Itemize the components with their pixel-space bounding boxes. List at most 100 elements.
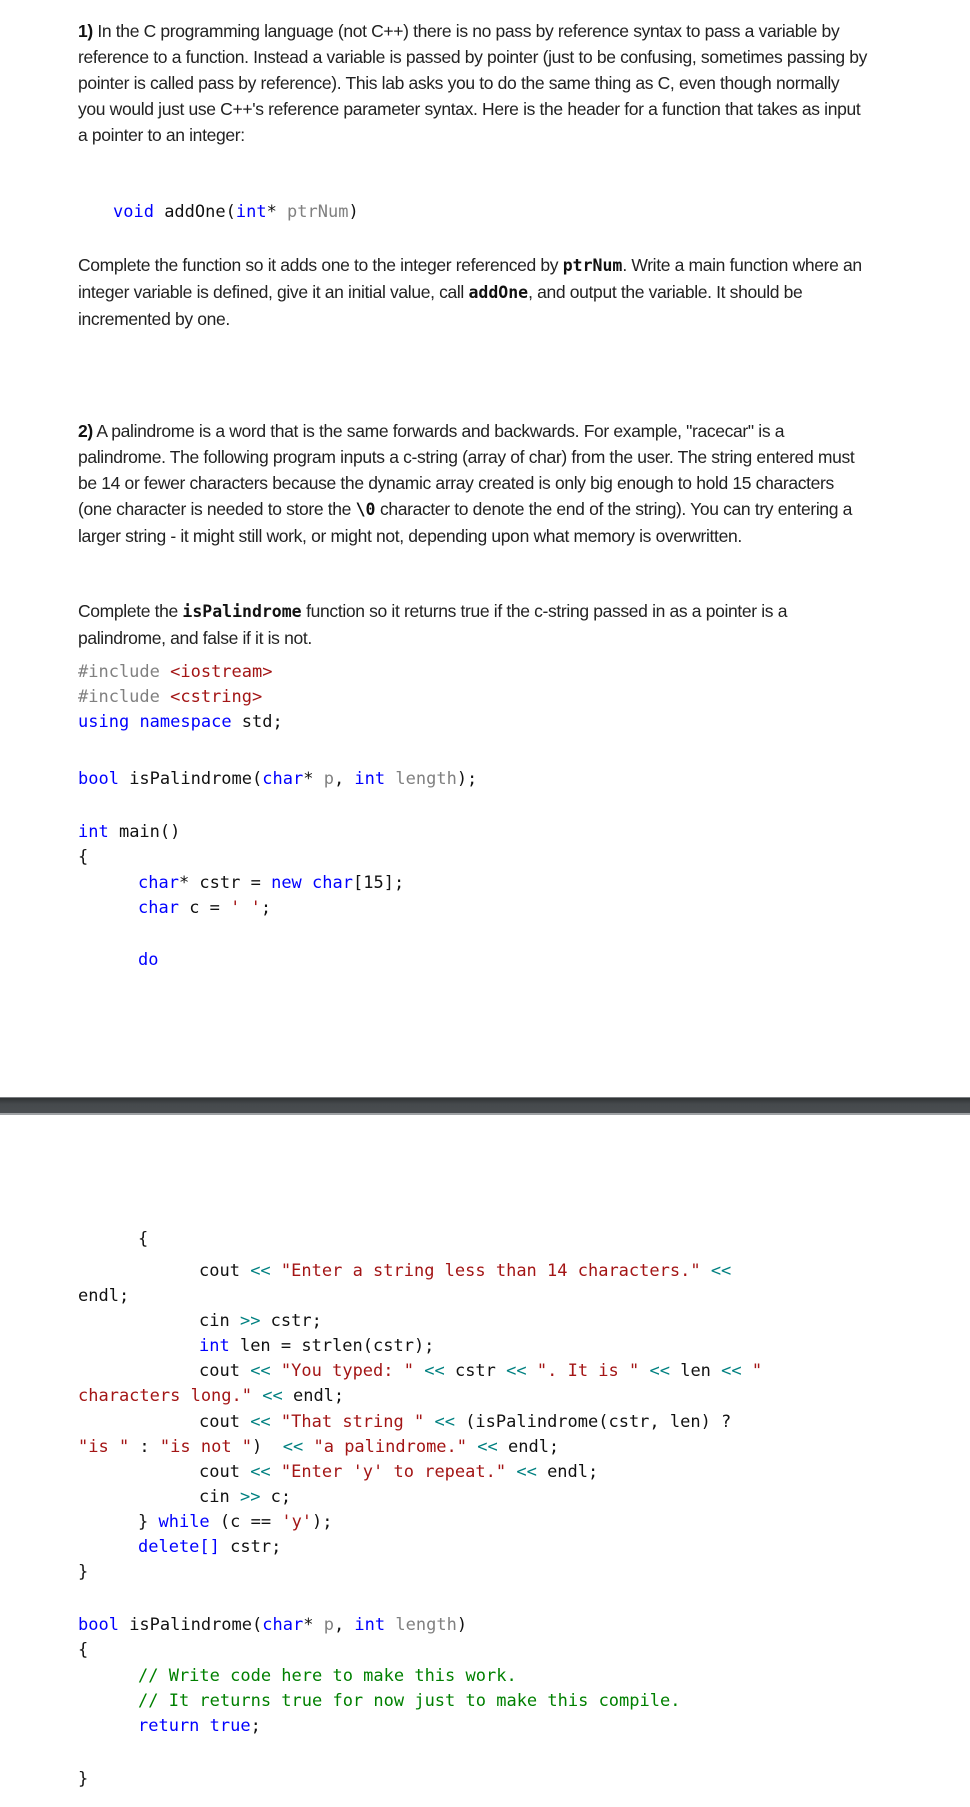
code-include-iostream: #include <iostream> — [78, 660, 272, 685]
op: << — [506, 1361, 527, 1381]
tok: ) — [252, 1437, 283, 1457]
tok: endl; — [282, 1386, 345, 1406]
kw: char — [138, 873, 179, 893]
code-cout-that-string-wrap: "is " : "is not ") << "a palindrome." <<… — [78, 1435, 559, 1460]
tok — [467, 1437, 477, 1457]
param: length — [395, 769, 457, 789]
tok: , — [333, 1615, 355, 1635]
tok: len = strlen(cstr); — [229, 1336, 435, 1356]
code-cin-c: cin >> c; — [199, 1485, 291, 1510]
kw: char — [138, 898, 179, 918]
code-cin-cstr: cin >> cstr; — [199, 1309, 322, 1334]
tok: cstr — [444, 1361, 507, 1381]
tok — [742, 1361, 752, 1381]
op: << — [250, 1462, 271, 1482]
op: << — [477, 1437, 498, 1457]
op: << — [721, 1361, 742, 1381]
code-main-close-brace: } — [78, 1562, 89, 1582]
tok: endl; — [497, 1437, 560, 1457]
header: <cstring> — [170, 687, 263, 707]
code-main-open-brace: { — [78, 847, 89, 867]
tok — [129, 712, 139, 732]
op: << — [262, 1386, 283, 1406]
tok: * cstr = — [178, 873, 272, 893]
string: " — [751, 1361, 763, 1381]
tok — [302, 873, 312, 893]
tok: cout — [199, 1462, 251, 1482]
kw: void — [113, 202, 154, 222]
kw: char — [312, 873, 353, 893]
tok — [252, 1386, 262, 1406]
section-1-number: 1) — [78, 21, 93, 41]
tok — [424, 1412, 434, 1432]
kw: char — [262, 769, 304, 789]
page-divider — [0, 1097, 970, 1115]
tok — [303, 1437, 313, 1457]
tok: ); — [456, 769, 478, 789]
code-cout-that-string: cout << "That string " << (isPalindrome(… — [199, 1410, 731, 1435]
tok: cout — [199, 1261, 251, 1281]
fn-name: addOne( — [153, 202, 236, 222]
section-2-task: Complete the isPalindrome function so it… — [78, 598, 868, 651]
tok: len — [669, 1361, 722, 1381]
code-return: return true; — [138, 1714, 261, 1739]
kw: bool — [78, 769, 119, 789]
op: << — [434, 1412, 455, 1432]
tok — [199, 1716, 209, 1736]
tok — [385, 1615, 395, 1635]
tok: cin — [199, 1311, 240, 1331]
op: << — [710, 1261, 732, 1281]
kw: while — [158, 1512, 210, 1532]
tok — [271, 1462, 281, 1482]
char-literal: ' ' — [230, 898, 261, 918]
kw: return — [138, 1716, 200, 1736]
kw: new — [271, 873, 302, 893]
param: p — [323, 769, 334, 789]
tok: (c == — [209, 1512, 282, 1532]
inline-code-ispalindrome: isPalindrome — [182, 602, 302, 621]
kw: using — [78, 712, 130, 732]
tok — [414, 1361, 424, 1381]
tok: ); — [312, 1512, 333, 1532]
op: << — [250, 1261, 271, 1281]
kw: int — [354, 769, 386, 789]
section-1-intro-text: In the C programming language (not C++) … — [78, 21, 868, 145]
tok: std; — [231, 712, 283, 732]
string: "That string " — [280, 1412, 425, 1432]
tok: cstr; — [260, 1311, 322, 1331]
section-2-number: 2) — [78, 421, 93, 441]
tok — [271, 1261, 281, 1281]
code-do-keyword: do — [138, 950, 159, 970]
tok: cout — [199, 1412, 251, 1432]
inline-code-ptrnum: ptrNum — [562, 256, 623, 275]
tok: c; — [260, 1487, 292, 1507]
section-2-intro: 2) A palindrome is a word that is the sa… — [78, 418, 868, 549]
kw: int — [78, 822, 109, 842]
tok: * — [303, 1615, 324, 1635]
tok: main() — [108, 822, 181, 842]
param: p — [323, 1615, 334, 1635]
code-cout-enter-wrap: endl; — [78, 1286, 130, 1306]
tok: cin — [199, 1487, 240, 1507]
string: "You typed: " — [280, 1361, 414, 1381]
op: >> — [239, 1311, 261, 1331]
tok: : — [129, 1437, 160, 1457]
tok — [506, 1462, 516, 1482]
tok — [385, 769, 395, 789]
param: ptrNum — [287, 202, 349, 222]
code-comment-1: // Write code here to make this work. — [138, 1666, 517, 1686]
string: "is not " — [159, 1437, 253, 1457]
code-using-namespace: using namespace std; — [78, 710, 283, 735]
kw: bool — [78, 1615, 119, 1635]
task-text: Complete the — [78, 601, 183, 621]
tok: * — [303, 769, 324, 789]
tok: ; — [260, 898, 272, 918]
op: << — [649, 1361, 670, 1381]
kw: char — [262, 1615, 304, 1635]
tok: ) — [456, 1615, 468, 1635]
tok: [15]; — [353, 873, 405, 893]
code-loop-open-brace: { — [138, 1229, 149, 1249]
tok: isPalindrome( — [118, 1615, 263, 1635]
addone-header-code: void addOne(int* ptrNum) — [113, 200, 359, 225]
tok: endl; — [536, 1462, 599, 1482]
